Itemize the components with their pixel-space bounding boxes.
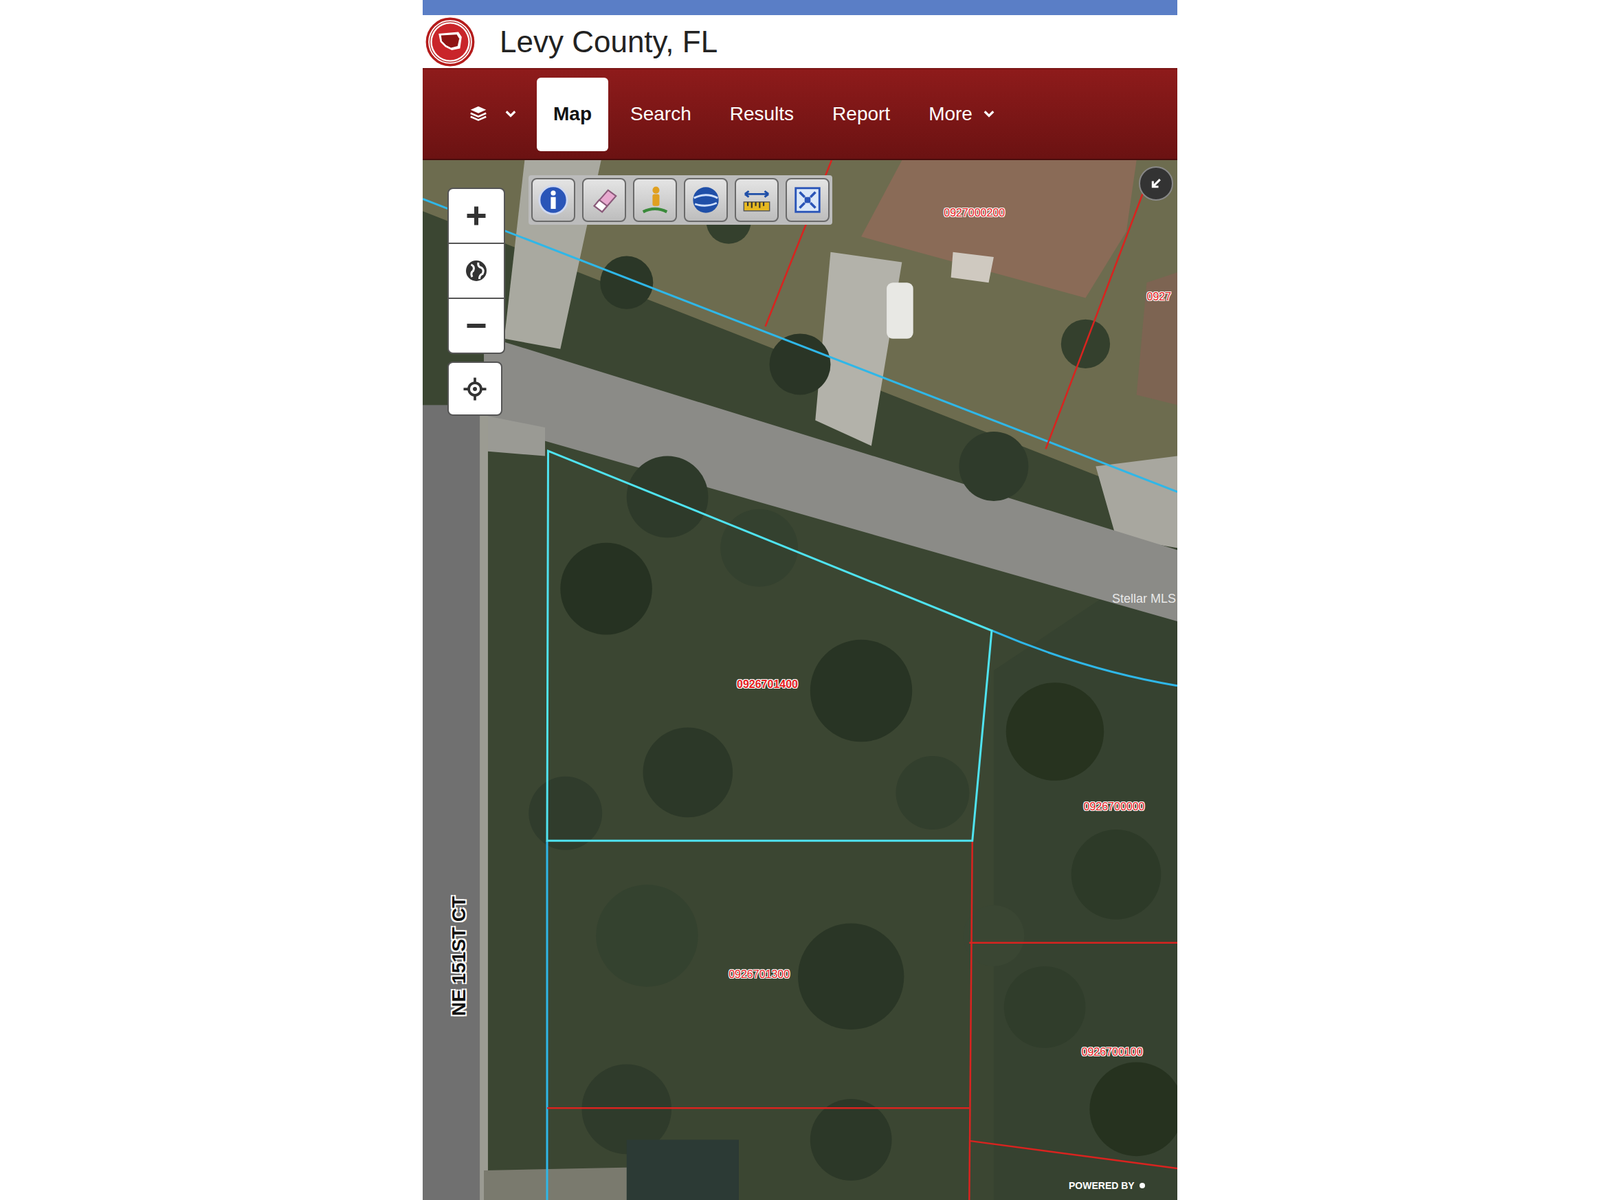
nav-item[interactable]: Search — [613, 77, 708, 152]
measure-tool[interactable] — [734, 178, 779, 222]
parcel-label[interactable]: 0926701400 — [736, 678, 798, 691]
nav-item-label: Results — [729, 103, 794, 126]
nav-item-label: Search — [630, 103, 692, 126]
parcel-label[interactable]: 0927 — [1146, 290, 1172, 304]
nav-item[interactable]: Map — [536, 77, 609, 152]
attribution: POWERED BY — [1068, 1180, 1146, 1192]
nav-item[interactable]: Results — [713, 77, 811, 152]
eraser-icon — [588, 184, 620, 216]
arrow-icon — [1146, 173, 1166, 194]
zoom-controls — [447, 187, 506, 354]
parcel-label[interactable]: 0926700000 — [1083, 800, 1146, 814]
zoom-in-button[interactable] — [448, 189, 504, 244]
crosshair-icon — [462, 376, 488, 402]
parcel-label[interactable]: 0927000200 — [943, 206, 1005, 220]
app-window: Levy County, FL Map Search Results Report Mor… — [422, 0, 1178, 1200]
nav-item-label: Map — [553, 103, 592, 126]
parcel-label[interactable]: 0926700100 — [1081, 1046, 1143, 1059]
nav-bar: Map Search Results Report More — [422, 69, 1178, 161]
nav-item-label: Report — [832, 103, 891, 126]
aerial-imagery — [422, 160, 1178, 1200]
plus-icon — [463, 203, 489, 229]
layers-menu[interactable] — [468, 103, 518, 125]
globe-tool[interactable] — [683, 178, 728, 222]
chevron-down-icon — [982, 107, 996, 121]
layers-icon — [468, 103, 489, 125]
top-strip — [422, 0, 1178, 16]
header-title: Levy County, FL — [499, 24, 718, 60]
zoom-out-button[interactable] — [448, 298, 504, 353]
header: Levy County, FL — [422, 15, 1178, 70]
info-icon — [537, 184, 570, 216]
nav-item-label: More — [928, 103, 973, 126]
full-extent-button[interactable] — [448, 243, 504, 299]
person-icon — [639, 184, 671, 216]
extent-tool[interactable] — [785, 178, 830, 222]
page: Levy County, FL Map Search Results Report Mor… — [0, 0, 1600, 1200]
globe-icon — [463, 258, 489, 284]
county-seal-icon[interactable] — [425, 17, 475, 67]
erase-tool[interactable] — [582, 178, 627, 222]
street-view-tool[interactable] — [632, 178, 677, 222]
nav-item[interactable]: More — [912, 77, 1013, 152]
minus-icon — [463, 313, 489, 339]
attribution-text: POWERED BY — [1068, 1180, 1135, 1192]
street-label: NE 151ST CT — [448, 896, 471, 1016]
ruler-icon — [740, 184, 773, 216]
locate-button[interactable] — [447, 361, 503, 416]
chevron-down-icon — [503, 107, 518, 121]
earth-icon — [690, 184, 722, 216]
map-view[interactable]: 0927000200 0927 0926701400 0926700000 092670… — [422, 160, 1178, 1200]
collapse-button[interactable] — [1138, 166, 1174, 201]
logo-dot-icon — [1138, 1182, 1146, 1190]
map-toolbar — [528, 175, 833, 225]
selected-parcel-outline[interactable] — [547, 450, 992, 841]
watermark: Stellar MLS — [1112, 591, 1176, 607]
nav-item[interactable]: Report — [815, 77, 907, 152]
parcel-label[interactable]: 0926701300 — [728, 968, 790, 981]
identify-tool[interactable] — [531, 178, 576, 222]
zoom-extent-icon — [791, 184, 824, 216]
